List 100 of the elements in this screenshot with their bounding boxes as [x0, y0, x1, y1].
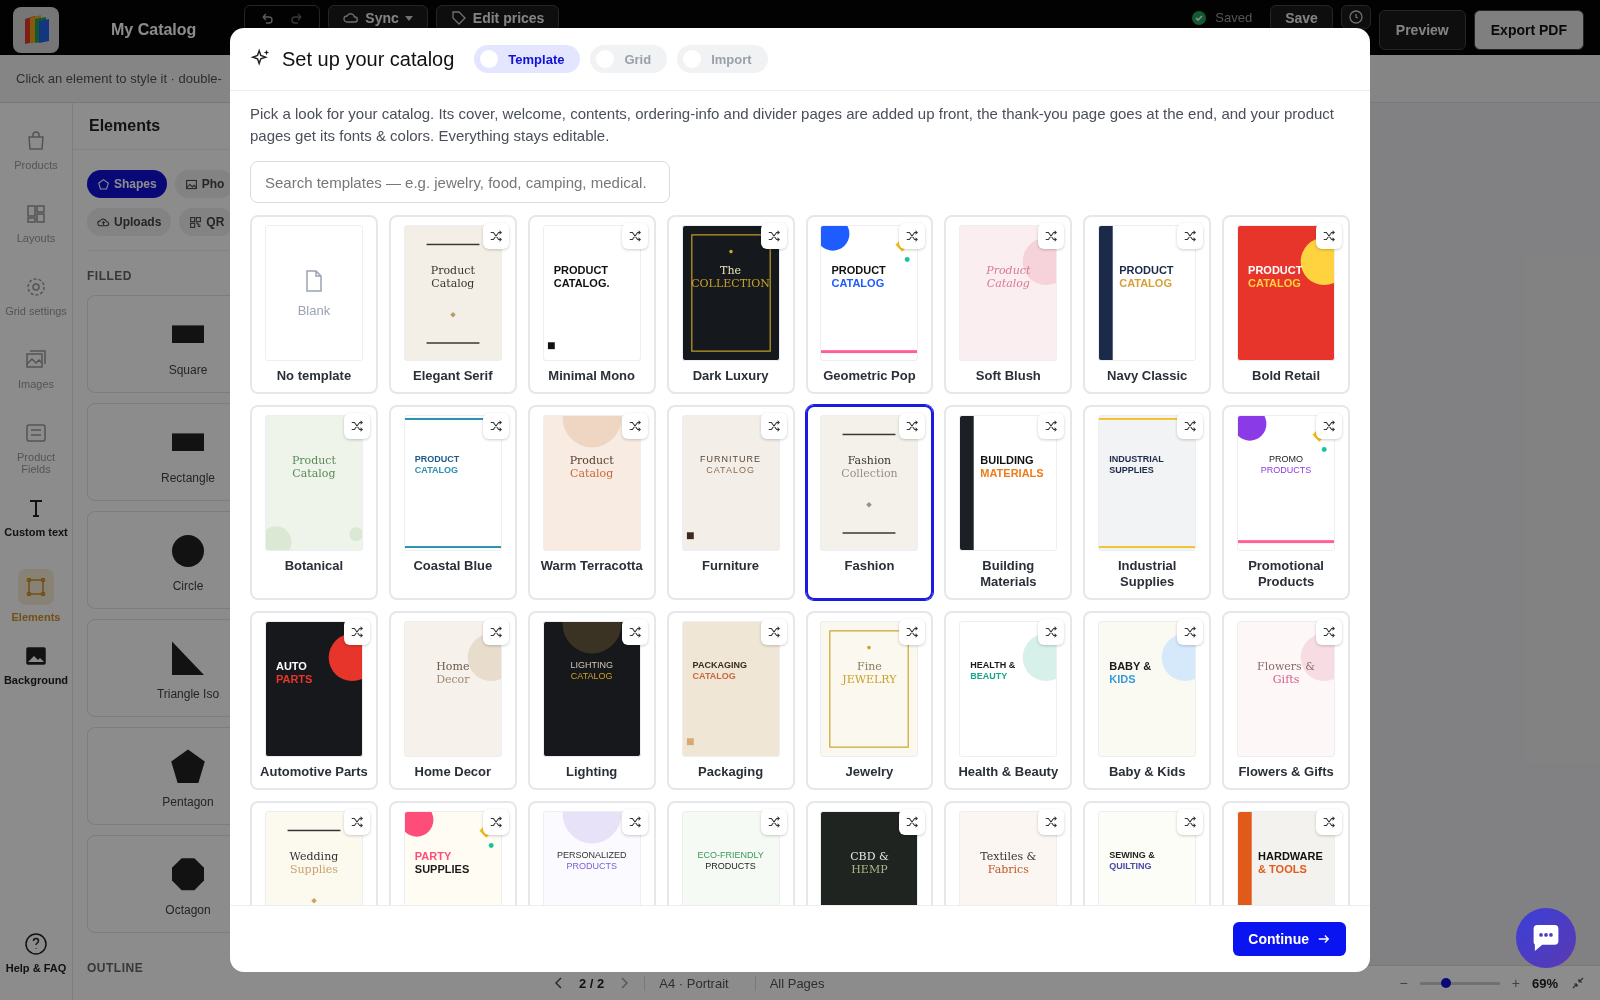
- filter-chip[interactable]: Uploads: [87, 208, 172, 236]
- export-pdf-button[interactable]: Export PDF: [1473, 10, 1584, 50]
- shuffle-button[interactable]: [760, 413, 787, 439]
- shuffle-button[interactable]: [1038, 413, 1065, 439]
- shuffle-button[interactable]: [482, 413, 509, 439]
- cover-corner-square: [686, 738, 694, 746]
- shuffle-button[interactable]: [621, 223, 648, 249]
- template-card[interactable]: Product Catalog Botanical: [250, 405, 378, 600]
- shuffle-button[interactable]: [1038, 809, 1065, 835]
- cover-subtitle: Decor: [436, 673, 470, 687]
- shuffle-button[interactable]: [1177, 413, 1204, 439]
- shuffle-button[interactable]: [621, 809, 648, 835]
- rail-item[interactable]: Custom text: [1, 492, 71, 552]
- template-card[interactable]: Product Catalog Warm Terracotta: [527, 405, 656, 600]
- template-card[interactable]: BABY & KIDS Baby & Kids: [1083, 611, 1212, 790]
- template-card[interactable]: AUTO PARTS Automotive Parts: [250, 611, 378, 790]
- template-card[interactable]: The COLLECTION Dark Luxury: [666, 215, 795, 394]
- template-card[interactable]: PACKAGING CATALOG Packaging: [666, 611, 795, 790]
- qr-icon: [189, 215, 203, 229]
- template-card[interactable]: Textiles & Fabrics: [944, 801, 1073, 905]
- elements-icon: [18, 569, 54, 605]
- history-button[interactable]: [1340, 5, 1371, 29]
- shuffle-button[interactable]: [1177, 809, 1204, 835]
- template-card[interactable]: PRODUCT CATALOG Navy Classic: [1083, 215, 1212, 394]
- shuffle-button[interactable]: [1316, 223, 1342, 249]
- template-name: Lighting: [566, 764, 618, 780]
- preview-button[interactable]: Preview: [1378, 10, 1466, 50]
- template-card[interactable]: LIGHTING CATALOG Lighting: [527, 611, 656, 790]
- shuffle-icon: [1322, 419, 1336, 433]
- template-card[interactable]: Flowers & Gifts Flowers & Gifts: [1222, 611, 1350, 790]
- shuffle-icon: [1044, 419, 1059, 433]
- page-size-button[interactable]: A4 · Portrait: [644, 975, 743, 991]
- filter-chip[interactable]: Shapes: [87, 170, 167, 198]
- cover-title: CBD &: [850, 850, 889, 864]
- chat-button[interactable]: [1516, 908, 1576, 968]
- cover-title: PERSONALIZED: [556, 850, 627, 861]
- shuffle-button[interactable]: [482, 809, 509, 835]
- shuffle-button[interactable]: [1038, 619, 1065, 645]
- shuffle-button[interactable]: [343, 413, 370, 439]
- continue-button[interactable]: Continue: [1233, 922, 1346, 956]
- template-card[interactable]: PRODUCT CATALOG Coastal Blue: [388, 405, 517, 600]
- template-card[interactable]: PRODUCT CATALOG Bold Retail: [1222, 215, 1350, 394]
- template-card[interactable]: ECO-FRIENDLY PRODUCTS: [666, 801, 795, 905]
- shuffle-button[interactable]: [1038, 223, 1065, 249]
- shuffle-button[interactable]: [899, 619, 926, 645]
- tag-icon: [450, 10, 467, 26]
- shuffle-button[interactable]: [1316, 809, 1342, 835]
- shuffle-button[interactable]: [760, 223, 787, 249]
- shuffle-icon: [627, 419, 642, 433]
- search-field[interactable]: Search templates — e.g. jewelry, food, camping, medical.: [250, 161, 670, 203]
- zoom-thumb[interactable]: [1441, 977, 1452, 988]
- shuffle-button[interactable]: [760, 809, 787, 835]
- all-pages-button[interactable]: All Pages: [754, 975, 839, 991]
- template-card[interactable]: FURNITURE CATALOG Furniture: [666, 405, 795, 600]
- shuffle-button[interactable]: [1177, 223, 1204, 249]
- template-card[interactable]: PARTY SUPPLIES: [388, 801, 517, 905]
- template-card[interactable]: Home Decor Home Decor: [388, 611, 517, 790]
- shuffle-button[interactable]: [899, 413, 926, 439]
- shuffle-button[interactable]: [482, 223, 509, 249]
- template-card[interactable]: Wedding Supplies: [250, 801, 378, 905]
- shuffle-button[interactable]: [899, 809, 926, 835]
- cover-title: HEALTH &: [970, 660, 1016, 671]
- cover-subtitle: CATALOG: [414, 464, 458, 476]
- template-card[interactable]: HEALTH & BEAUTY Health & Beauty: [944, 611, 1073, 790]
- template-card[interactable]: PRODUCT CATALOG. Minimal Mono: [527, 215, 656, 394]
- shuffle-button[interactable]: [343, 619, 370, 645]
- template-card[interactable]: INDUSTRIAL SUPPLIES Industrial Supplies: [1083, 405, 1212, 600]
- app-logo[interactable]: [13, 7, 59, 53]
- rail-item[interactable]: Background: [1, 640, 71, 700]
- template-card[interactable]: Blank No template: [250, 215, 378, 394]
- shuffle-button[interactable]: [621, 413, 648, 439]
- template-card[interactable]: PERSONALIZED PRODUCTS: [527, 801, 656, 905]
- template-card[interactable]: BUILDING MATERIALS Building Materials: [944, 405, 1073, 600]
- edit-prices-button[interactable]: Edit prices: [435, 5, 560, 31]
- sync-button[interactable]: Sync: [328, 5, 428, 31]
- shuffle-button[interactable]: [343, 809, 370, 835]
- template-card[interactable]: Product Catalog Elegant Serif: [388, 215, 517, 394]
- shuffle-button[interactable]: [899, 223, 926, 249]
- template-card[interactable]: SEWING & QUILTING: [1083, 801, 1212, 905]
- template-card[interactable]: PROMO PRODUCTS Promotional Products: [1222, 405, 1350, 600]
- shuffle-icon: [905, 229, 920, 243]
- cover-subtitle: KIDS: [1109, 673, 1136, 687]
- template-card[interactable]: Fine JEWELRY Jewelry: [805, 611, 934, 790]
- mode-tab[interactable]: Template: [474, 45, 581, 73]
- shuffle-button[interactable]: [1177, 619, 1204, 645]
- cover-subtitle: BEAUTY: [970, 670, 1008, 682]
- shuffle-button[interactable]: [1316, 413, 1342, 439]
- shuffle-button[interactable]: [760, 619, 787, 645]
- shuffle-icon: [766, 419, 781, 433]
- shuffle-button[interactable]: [482, 619, 509, 645]
- template-name: Building Materials: [979, 558, 1038, 590]
- template-card[interactable]: Product Catalog Soft Blush: [944, 215, 1073, 394]
- shuffle-button[interactable]: [1316, 619, 1342, 645]
- help-button[interactable]: Help & FAQ: [1, 928, 71, 988]
- template-card[interactable]: PRODUCT CATALOG Geometric Pop: [805, 215, 934, 394]
- shuffle-button[interactable]: [621, 619, 648, 645]
- template-card[interactable]: CBD & HEMP: [805, 801, 934, 905]
- collapse-icon[interactable]: [1570, 975, 1586, 991]
- template-card[interactable]: Fashion Collection Fashion: [805, 405, 934, 600]
- save-button[interactable]: Save: [1270, 5, 1333, 31]
